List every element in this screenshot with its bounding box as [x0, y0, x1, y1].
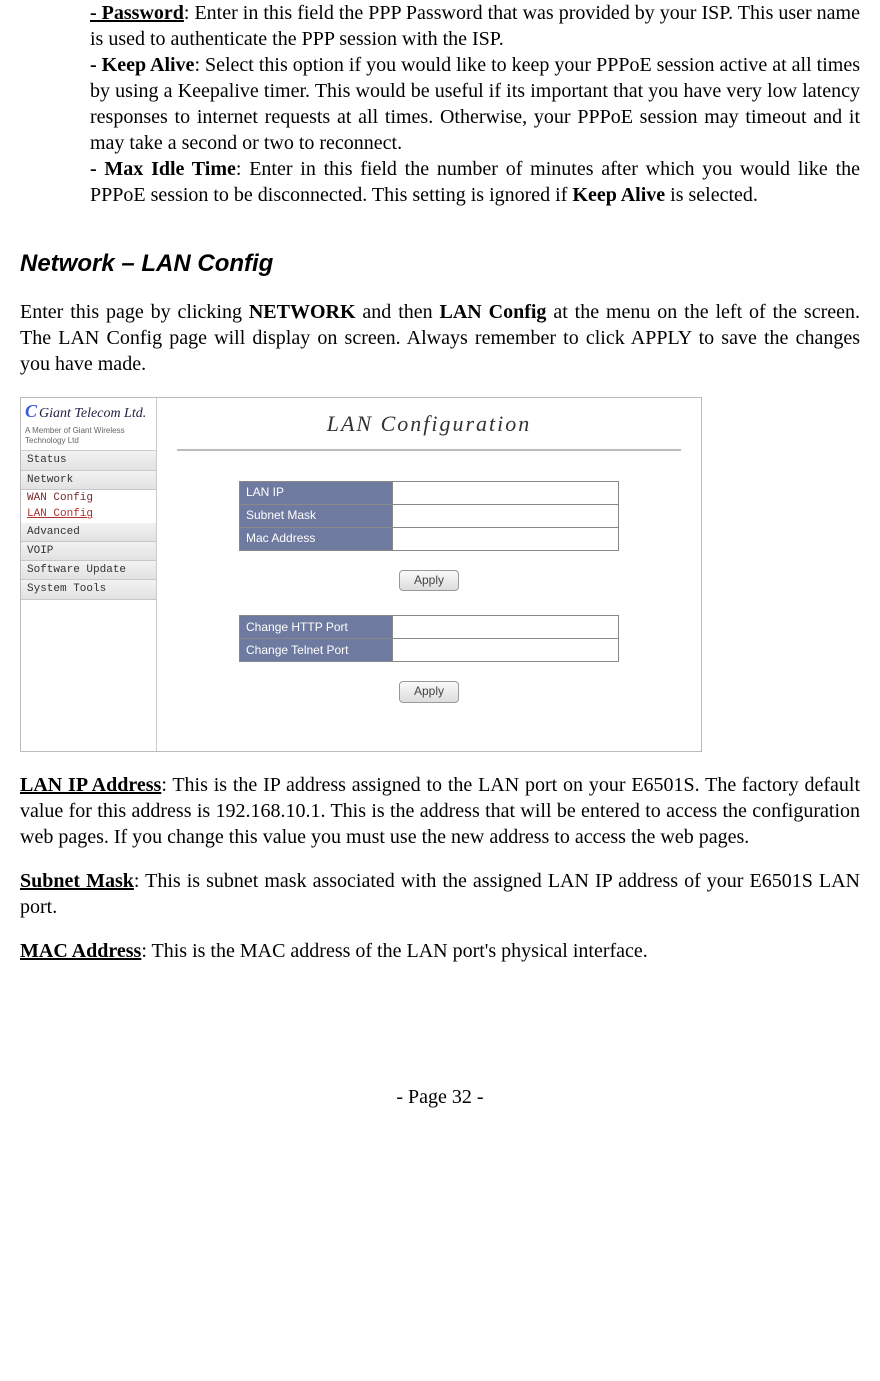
nav-advanced[interactable]: Advanced: [21, 523, 156, 542]
label-telnet-port: Change Telnet Port: [240, 639, 393, 662]
nav-network[interactable]: Network: [21, 471, 156, 490]
lan-config-table: LAN IP Subnet Mask Mac Address: [239, 481, 619, 551]
definition-lanip: LAN IP Address: This is the IP address a…: [20, 772, 860, 850]
definition-password: - Password: Enter in this field the PPP …: [90, 0, 860, 52]
label-subnet: Subnet Mask: [240, 504, 393, 527]
section-heading: Network – LAN Config: [20, 248, 860, 279]
text-maxidle-bold: Keep Alive: [572, 184, 665, 206]
label-subnet-def: Subnet Mask: [20, 870, 134, 892]
nav-lan[interactable]: LAN Config: [21, 506, 156, 522]
label-keepalive: - Keep Alive: [90, 54, 194, 76]
row-mac: Mac Address: [240, 527, 619, 550]
input-lan-ip[interactable]: [393, 481, 619, 504]
nav-status[interactable]: Status: [21, 451, 156, 470]
definition-keepalive: - Keep Alive: Select this option if you …: [90, 52, 860, 156]
router-screenshot: CGiant Telecom Ltd. A Member of Giant Wi…: [20, 397, 702, 752]
text-keepalive: : Select this option if you would like t…: [90, 54, 860, 154]
brand: CGiant Telecom Ltd.: [21, 398, 156, 425]
brand-subtitle: A Member of Giant Wireless Technology Lt…: [21, 426, 156, 452]
row-lan-ip: LAN IP: [240, 481, 619, 504]
nav-software[interactable]: Software Update: [21, 561, 156, 580]
port-config-table: Change HTTP Port Change Telnet Port: [239, 615, 619, 662]
label-maxidle: - Max Idle Time: [90, 158, 236, 180]
panel-title: LAN Configuration: [177, 406, 681, 451]
nav-voip[interactable]: VOIP: [21, 542, 156, 561]
input-subnet[interactable]: [393, 504, 619, 527]
nav-wan[interactable]: WAN Config: [21, 490, 156, 506]
label-lan-ip: LAN IP: [240, 481, 393, 504]
intro-a: Enter this page by clicking: [20, 301, 249, 323]
brand-text: Giant Telecom Ltd.: [39, 406, 146, 421]
definition-mac: MAC Address: This is the MAC address of …: [20, 938, 860, 964]
text-maxidle-b: is selected.: [665, 184, 758, 206]
definition-maxidle: - Max Idle Time: Enter in this field the…: [90, 156, 860, 208]
text-subnet: : This is subnet mask associated with th…: [20, 870, 860, 918]
intro-b: NETWORK: [249, 301, 356, 323]
label-password: - Password: [90, 2, 184, 24]
definition-subnet: Subnet Mask: This is subnet mask associa…: [20, 868, 860, 920]
input-http-port[interactable]: [393, 616, 619, 639]
apply-button-2[interactable]: Apply: [399, 681, 459, 703]
text-password: : Enter in this field the PPP Password t…: [90, 2, 860, 50]
label-lanip: LAN IP Address: [20, 774, 161, 796]
sidebar: CGiant Telecom Ltd. A Member of Giant Wi…: [21, 398, 157, 751]
page-footer: - Page 32 -: [20, 1084, 860, 1110]
text-mac: : This is the MAC address of the LAN por…: [141, 940, 647, 962]
intro-d: LAN Config: [440, 301, 547, 323]
input-mac[interactable]: [393, 527, 619, 550]
intro-c: and then: [356, 301, 440, 323]
main-panel: LAN Configuration LAN IP Subnet Mask Mac…: [157, 398, 701, 751]
row-subnet: Subnet Mask: [240, 504, 619, 527]
intro-paragraph: Enter this page by clicking NETWORK and …: [20, 299, 860, 377]
label-mac-def: MAC Address: [20, 940, 141, 962]
label-http-port: Change HTTP Port: [240, 616, 393, 639]
brand-logo: C: [25, 401, 37, 421]
row-http-port: Change HTTP Port: [240, 616, 619, 639]
nav-tools[interactable]: System Tools: [21, 580, 156, 599]
row-telnet-port: Change Telnet Port: [240, 639, 619, 662]
apply-button-1[interactable]: Apply: [399, 570, 459, 592]
input-telnet-port[interactable]: [393, 639, 619, 662]
label-mac: Mac Address: [240, 527, 393, 550]
